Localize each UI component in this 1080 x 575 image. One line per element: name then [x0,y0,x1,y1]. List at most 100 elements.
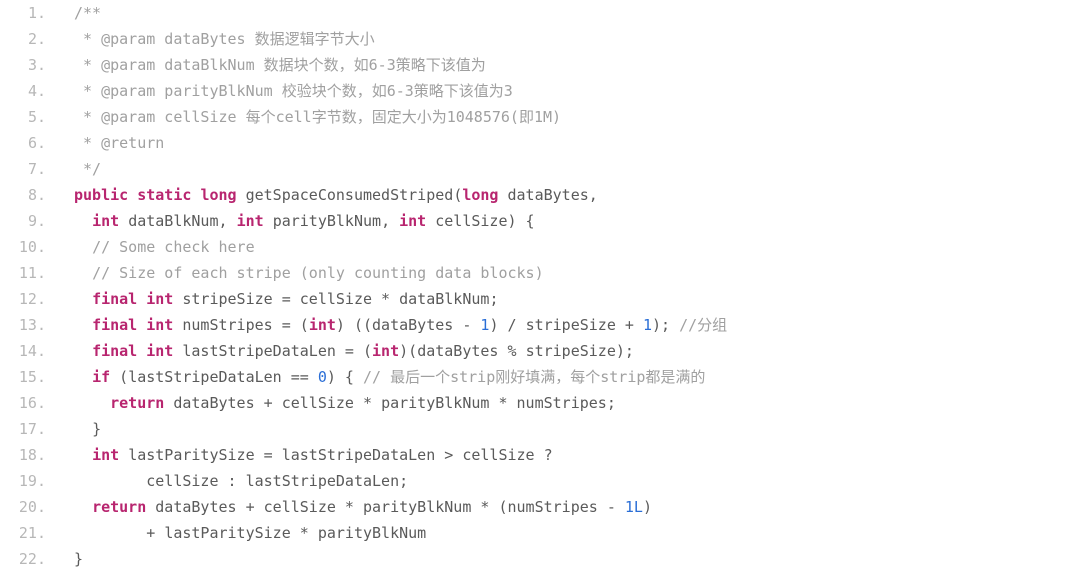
code-line: 2. * @param dataBytes 数据逻辑字节大小 [0,26,1080,52]
token-ty: int [146,342,173,360]
token-pun: * [354,394,381,412]
line-number: 16. [0,390,52,416]
token-pun [119,212,128,230]
code-content: * @param dataBytes 数据逻辑字节大小 [52,26,375,52]
token-id: stripeSize [526,342,616,360]
token-pun: ); [652,316,679,334]
token-c: * @param parityBlkNum 校验块个数，如6-3策略下该值为3 [74,82,513,100]
code-line: 21. + lastParitySize * parityBlkNum [0,520,1080,546]
code-line: 4. * @param parityBlkNum 校验块个数，如6-3策略下该值… [0,78,1080,104]
line-number: 5. [0,104,52,130]
line-number: 7. [0,156,52,182]
token-pun: + [237,498,264,516]
line-number: 21. [0,520,52,546]
token-kw: return [92,498,146,516]
token-ty: int [372,342,399,360]
token-c: // Size of each stripe (only counting da… [92,264,544,282]
token-id: numStripes [508,498,598,516]
code-content: cellSize : lastStripeDataLen; [52,468,408,494]
token-pun: ) { [508,212,535,230]
token-pun: ; [399,472,408,490]
code-block: 1./**2. * @param dataBytes 数据逻辑字节大小3. * … [0,0,1080,572]
code-content: public static long getSpaceConsumedStrip… [52,182,598,208]
code-line: 7. */ [0,156,1080,182]
code-content: int lastParitySize = lastStripeDataLen >… [52,442,553,468]
token-kw: final [92,290,137,308]
code-content: return dataBytes + cellSize * parityBlkN… [52,390,616,416]
token-id: dataBytes [417,342,498,360]
token-id: lastStripeDataLen [246,472,400,490]
token-pun [137,290,146,308]
line-number: 2. [0,26,52,52]
token-kw: static [137,186,191,204]
token-c: * @param cellSize 每个cell字节数，固定大小为1048576… [74,108,561,126]
line-number: 6. [0,130,52,156]
code-line: 20. return dataBytes + cellSize * parity… [0,494,1080,520]
line-number: 9. [0,208,52,234]
token-ty: long [462,186,498,204]
code-content: + lastParitySize * parityBlkNum [52,520,426,546]
line-number: 14. [0,338,52,364]
code-content: */ [52,156,101,182]
token-pun: + [255,394,282,412]
token-id: lastStripeDataLen [128,368,282,386]
token-pun: ) (( [336,316,372,334]
code-content: final int stripeSize = cellSize * dataBl… [52,286,498,312]
code-content: return dataBytes + cellSize * parityBlkN… [52,494,652,520]
token-pun: + [616,316,643,334]
code-content: final int lastStripeDataLen = (int)(data… [52,338,634,364]
line-number: 10. [0,234,52,260]
line-number: 18. [0,442,52,468]
code-line: 6. * @return [0,130,1080,156]
code-line: 3. * @param dataBlkNum 数据块个数，如6-3策略下该值为 [0,52,1080,78]
token-kw: public [74,186,128,204]
token-id: lastStripeDataLen [182,342,336,360]
code-content: /** [52,0,101,26]
token-ty: int [146,290,173,308]
token-id: numStripes [517,394,607,412]
code-line: 1./** [0,0,1080,26]
code-line: 22.} [0,546,1080,572]
token-pun: ? [535,446,553,464]
token-pun: * [372,290,399,308]
line-number: 20. [0,494,52,520]
code-content: // Some check here [52,234,255,260]
line-number: 3. [0,52,52,78]
token-pun: , [219,212,237,230]
token-pun: = [273,290,300,308]
token-pun: } [74,550,83,568]
token-pun: ; [607,394,616,412]
token-num: 1L [625,498,643,516]
token-num: 1 [643,316,652,334]
line-number: 12. [0,286,52,312]
token-pun [237,186,246,204]
token-pun: = ( [336,342,372,360]
token-id: cellSize [264,498,336,516]
token-id: lastStripeDataLen [282,446,436,464]
token-ty: int [399,212,426,230]
token-kw: if [92,368,110,386]
token-pun: * [489,394,516,412]
token-pun: > [435,446,462,464]
token-c: //分组 [679,316,727,334]
token-id: stripeSize [526,316,616,334]
code-content: } [52,546,83,572]
token-pun: ( [110,368,128,386]
code-content: int dataBlkNum, int parityBlkNum, int ce… [52,208,535,234]
token-ty: int [309,316,336,334]
token-pun: ( [453,186,462,204]
token-pun [164,394,173,412]
token-id: dataBytes [372,316,453,334]
code-line: 16. return dataBytes + cellSize * parity… [0,390,1080,416]
token-pun: * ( [471,498,507,516]
code-content: // Size of each stripe (only counting da… [52,260,544,286]
code-line: 10. // Some check here [0,234,1080,260]
code-content: final int numStripes = (int) ((dataBytes… [52,312,727,338]
line-number: 13. [0,312,52,338]
line-number: 19. [0,468,52,494]
line-number: 17. [0,416,52,442]
token-num: 0 [318,368,327,386]
token-id: stripeSize [182,290,272,308]
token-pun: = ( [273,316,309,334]
token-id: lastParitySize [164,524,290,542]
